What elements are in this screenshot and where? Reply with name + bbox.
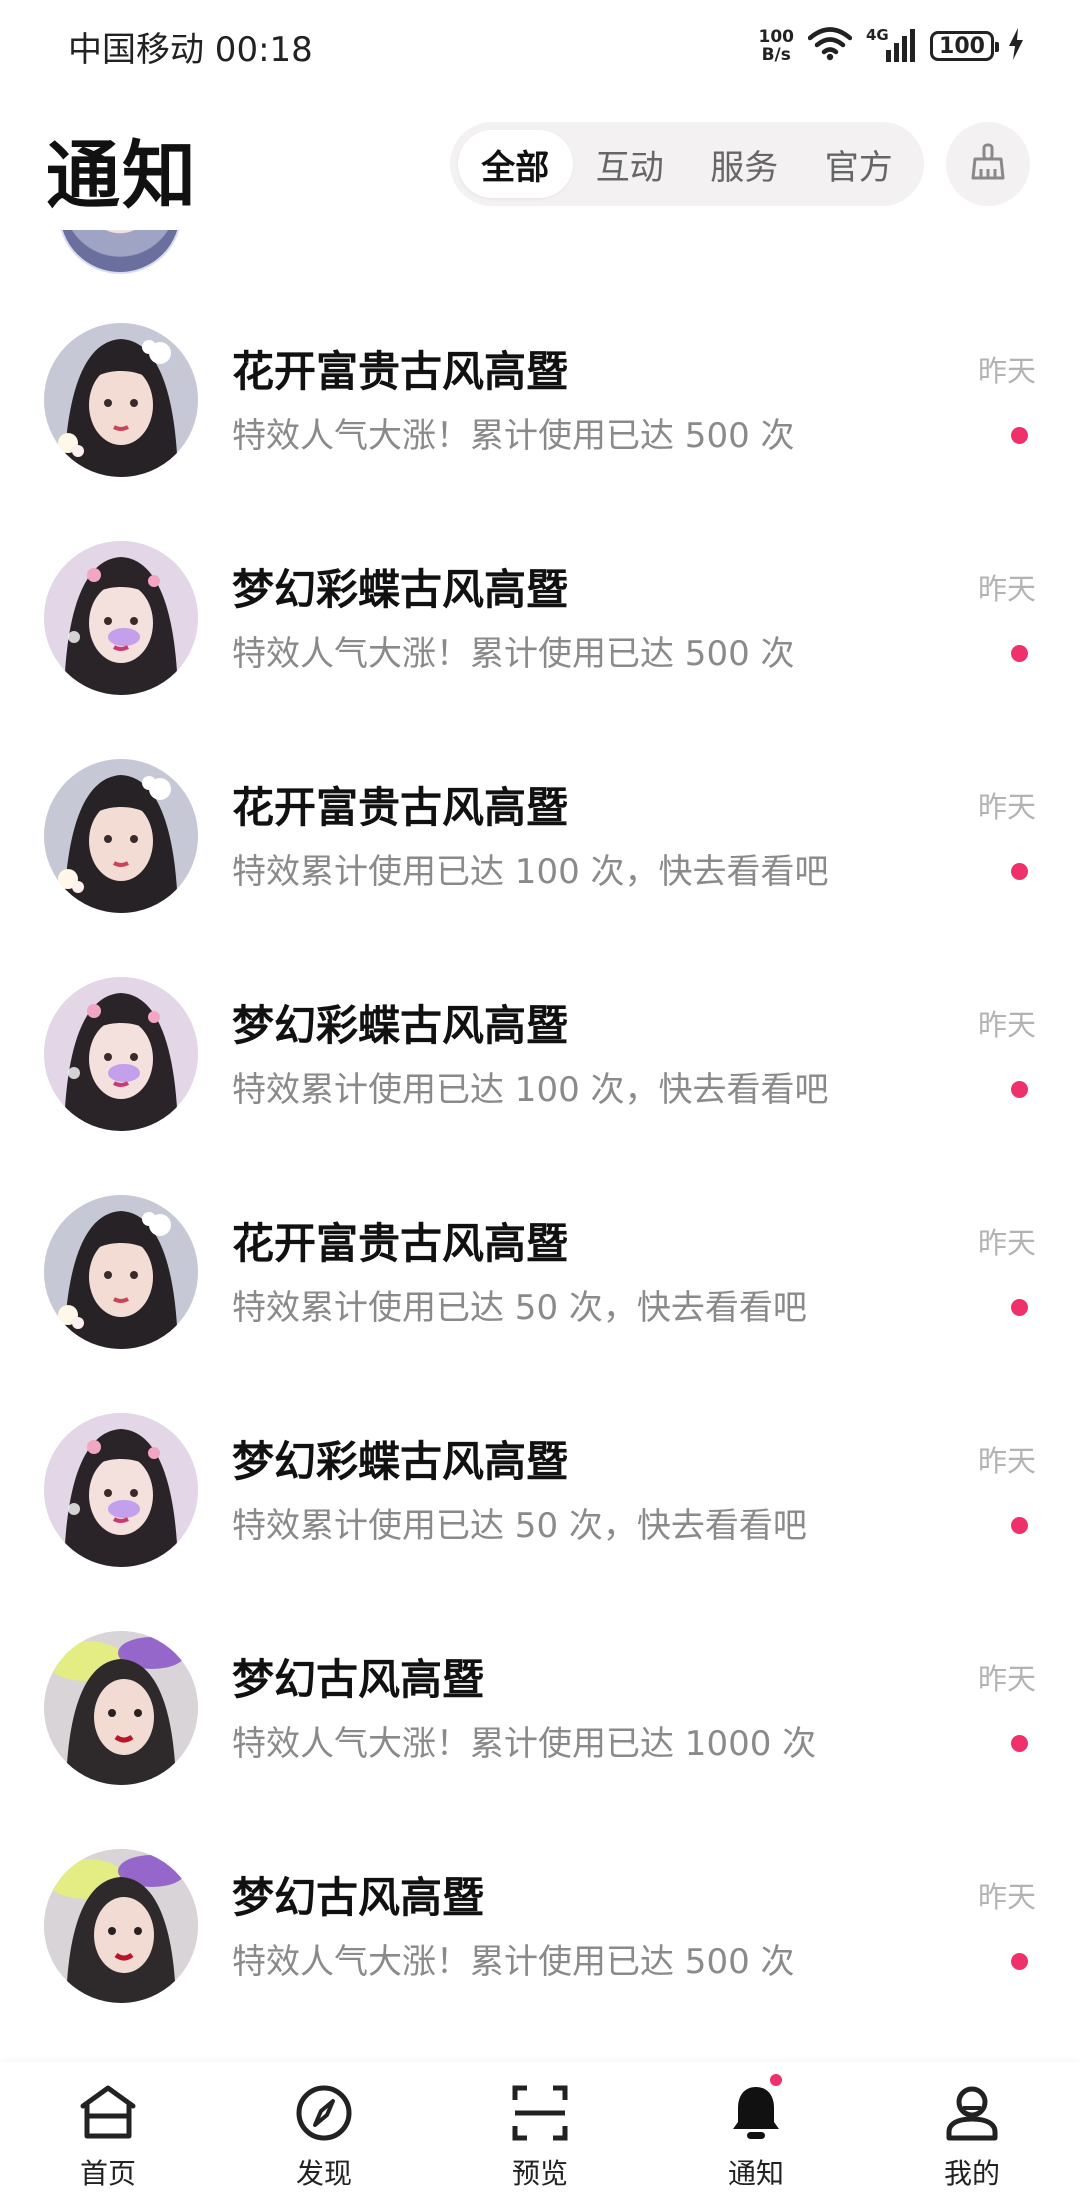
nav-label: 发现 — [295, 2157, 352, 2190]
notification-title: 梦幻彩蝶古风高暨 — [232, 1001, 569, 1050]
nav-label: 首页 — [79, 2157, 136, 2190]
profile-icon — [939, 2080, 1005, 2146]
notification-list[interactable]: 花开富贵古风高暨 特效人气大涨！累计使用已达 500 次昨天 梦幻彩蝶古风高暨 特效人… — [0, 230, 1080, 2060]
notification-title: 梦幻古风高暨 — [232, 1873, 485, 1922]
notification-title: 花开富贵古风高暨 — [232, 347, 569, 396]
notification-badge — [768, 2072, 784, 2088]
unread-dot — [1011, 1299, 1028, 1316]
tab-service[interactable]: 服务 — [687, 130, 802, 198]
nav-notifications[interactable]: 通知 — [648, 2062, 864, 2204]
notification-title: 梦幻彩蝶古风高暨 — [232, 1437, 569, 1486]
notification-time: 昨天 — [977, 572, 1036, 606]
network-speed-value: 100 — [758, 27, 795, 47]
status-bar: 中国移动 00:18 100 B/s 4G 100 — [0, 0, 1080, 92]
page-title: 通知 — [46, 133, 198, 219]
nav-label: 预览 — [511, 2157, 568, 2190]
unread-dot — [1011, 1735, 1028, 1752]
charging-icon — [1008, 28, 1024, 64]
network-speed: 100 B/s — [759, 28, 795, 64]
carrier-time: 中国移动 00:18 — [68, 30, 313, 70]
unread-dot — [1011, 645, 1028, 662]
notification-time: 昨天 — [977, 1226, 1036, 1260]
notification-title: 梦幻彩蝶古风高暨 — [232, 565, 569, 614]
broom-icon — [968, 142, 1008, 186]
notification-tabs: 全部 互动 服务 官方 — [450, 122, 924, 206]
notification-item[interactable]: 梦幻古风高暨 特效人气大涨！累计使用已达 1000 次昨天 — [0, 1538, 1080, 1785]
wifi-icon — [807, 27, 853, 65]
notification-time: 昨天 — [977, 1444, 1036, 1478]
nav-label: 我的 — [943, 2157, 1000, 2190]
notification-title: 梦幻古风高暨 — [232, 1655, 485, 1704]
nav-preview[interactable]: 预览 — [432, 2062, 648, 2204]
unread-dot — [1011, 427, 1028, 444]
compass-icon — [291, 2080, 357, 2146]
notification-time: 昨天 — [977, 790, 1036, 824]
scan-icon — [507, 2080, 573, 2146]
avatar[interactable] — [44, 1849, 198, 2003]
page-header: 通知 全部 互动 服务 官方 — [0, 110, 1080, 220]
notification-time: 昨天 — [977, 354, 1036, 388]
tab-official[interactable]: 官方 — [802, 130, 917, 198]
notification-title: 花开富贵古风高暨 — [232, 783, 569, 832]
nav-discover[interactable]: 发现 — [216, 2062, 432, 2204]
status-icons: 100 B/s 4G 100 — [759, 24, 1025, 68]
notification-time: 昨天 — [977, 1662, 1036, 1696]
signal-icon: 4G — [866, 26, 916, 64]
nav-label: 通知 — [727, 2157, 784, 2190]
notification-item[interactable]: 梦幻彩蝶古风高暨 特效累计使用已达 100 次，快去看看吧 昨天 — [0, 884, 1080, 1131]
notification-item[interactable]: 梦幻古风高暨特效人气大涨！累计使用已达 500 次 昨天 — [0, 1756, 1080, 2003]
bottom-nav: 首页 发现 预览 通知 我的 — [0, 2062, 1080, 2204]
notification-item[interactable]: 花开富贵古风高暨 特效累计使用已达 100 次，快去看看吧 昨天 — [0, 666, 1080, 913]
notification-title: 花开富贵古风高暨 — [232, 1219, 569, 1268]
nav-home[interactable]: 首页 — [0, 2062, 216, 2204]
notification-message: 特效人气大涨！累计使用已达 500 次 — [232, 1942, 795, 1982]
unread-dot — [1011, 1517, 1028, 1534]
battery-level: 100 — [939, 33, 985, 59]
nav-profile[interactable]: 我的 — [864, 2062, 1080, 2204]
bell-icon — [723, 2080, 789, 2146]
unread-dot — [1011, 863, 1028, 880]
clear-notifications-button[interactable] — [946, 122, 1030, 206]
notification-time: 昨天 — [977, 1880, 1036, 1914]
tab-all[interactable]: 全部 — [458, 130, 573, 198]
notification-item[interactable]: 花开富贵古风高暨 特效人气大涨！累计使用已达 500 次昨天 — [0, 230, 1080, 477]
notification-item[interactable]: 花开富贵古风高暨 特效累计使用已达 50 次，快去看看吧 昨天 — [0, 1102, 1080, 1349]
notification-time: 昨天 — [977, 1008, 1036, 1042]
unread-dot — [1011, 1081, 1028, 1098]
notification-item[interactable]: 梦幻彩蝶古风高暨 特效人气大涨！累计使用已达 500 次昨天 — [0, 448, 1080, 695]
home-icon — [75, 2080, 141, 2146]
battery-indicator: 100 — [930, 31, 999, 61]
notification-item[interactable]: 梦幻彩蝶古风高暨 特效累计使用已达 50 次，快去看看吧 昨天 — [0, 1320, 1080, 1567]
unread-dot — [1011, 1953, 1028, 1970]
network-speed-unit: B/s — [761, 45, 791, 65]
tab-interaction[interactable]: 互动 — [573, 130, 688, 198]
